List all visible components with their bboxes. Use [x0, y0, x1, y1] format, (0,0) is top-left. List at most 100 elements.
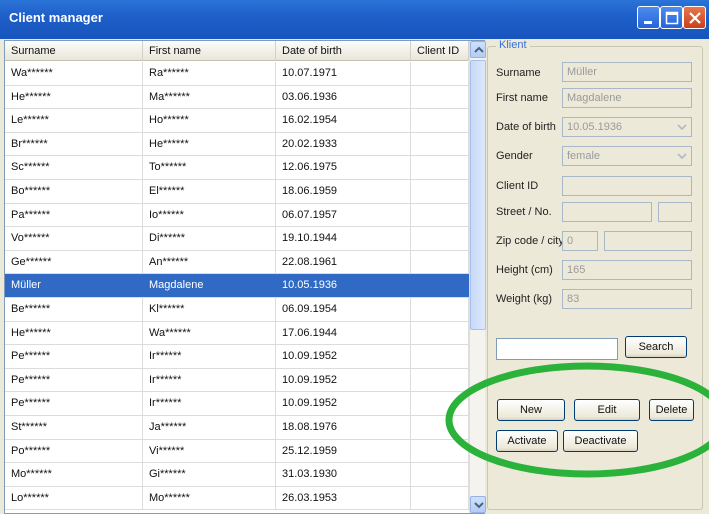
- zip-code-field[interactable]: 0: [562, 231, 598, 251]
- surname-cell: St******: [5, 416, 143, 439]
- client-id-field[interactable]: [562, 176, 692, 196]
- first-name-cell: Ir******: [143, 345, 276, 369]
- column-header-client-id[interactable]: Client ID: [411, 41, 469, 61]
- column-header-date-of-birth[interactable]: Date of birth: [276, 41, 411, 61]
- table-row[interactable]: St****** Ja****** 18.08.1976: [5, 416, 469, 440]
- table-row[interactable]: Vo****** Di****** 19.10.1944: [5, 227, 469, 251]
- column-header-surname[interactable]: Surname: [5, 41, 143, 61]
- table-row[interactable]: Mo****** Gi****** 31.03.1930: [5, 463, 469, 487]
- height-label: Height (cm): [496, 264, 553, 276]
- table-row[interactable]: Ge****** An****** 22.08.1961: [5, 250, 469, 275]
- client-id-cell: [411, 227, 469, 251]
- surname-cell: Lo******: [5, 486, 143, 510]
- table-row[interactable]: Be****** Kl****** 06.09.1954: [5, 298, 469, 322]
- table-row[interactable]: Sc****** To****** 12.06.1975: [5, 156, 469, 180]
- close-icon: [689, 12, 701, 24]
- weight-field[interactable]: 83: [562, 289, 692, 309]
- surname-cell: He******: [5, 85, 143, 109]
- table-row[interactable]: Pe****** Ir****** 10.09.1952: [5, 392, 469, 416]
- scroll-down-icon: [474, 502, 484, 509]
- street-number-field[interactable]: [658, 202, 692, 222]
- first-name-cell: Ir******: [143, 392, 276, 416]
- delete-button[interactable]: Delete: [649, 399, 694, 421]
- table-row[interactable]: Wa****** Ra****** 10.07.1971: [5, 62, 469, 86]
- minimize-button[interactable]: [637, 6, 660, 29]
- gender-select[interactable]: female: [562, 146, 692, 166]
- search-input[interactable]: [496, 338, 618, 360]
- first-name-cell: Wa******: [143, 321, 276, 345]
- table-row[interactable]: Br****** He****** 20.02.1933: [5, 132, 469, 157]
- surname-cell: Be******: [5, 298, 143, 321]
- surname-cell: Mo******: [5, 463, 143, 487]
- klient-groupbox: Klient Surname Müller First name Magdale…: [487, 39, 703, 510]
- surname-cell: Le******: [5, 109, 143, 133]
- activate-button[interactable]: Activate: [496, 430, 558, 452]
- surname-cell: Bo******: [5, 180, 143, 203]
- vertical-scrollbar[interactable]: [469, 41, 486, 513]
- scroll-thumb[interactable]: [470, 60, 486, 330]
- new-button[interactable]: New: [497, 399, 565, 421]
- client-id-cell: [411, 250, 469, 274]
- client-id-cell: [411, 203, 469, 227]
- street-field[interactable]: [562, 202, 652, 222]
- date-of-birth-cell: 12.06.1975: [276, 156, 411, 180]
- title-bar[interactable]: Client manager: [0, 0, 709, 39]
- zip-city-label: Zip code / city: [496, 235, 564, 247]
- surname-cell: Pe******: [5, 392, 143, 416]
- first-name-field[interactable]: Magdalene: [562, 88, 692, 108]
- edit-button[interactable]: Edit: [574, 399, 640, 421]
- client-id-cell: [411, 486, 469, 510]
- scroll-down-button[interactable]: [470, 496, 486, 513]
- client-id-cell: [411, 368, 469, 392]
- close-button[interactable]: [683, 6, 706, 29]
- table-header: Surname First name Date of birth Client …: [5, 41, 469, 61]
- first-name-cell: Ra******: [143, 62, 276, 85]
- date-of-birth-cell: 25.12.1959: [276, 439, 411, 463]
- first-name-cell: Di******: [143, 227, 276, 251]
- surname-cell: Pe******: [5, 345, 143, 369]
- date-of-birth-cell: 10.09.1952: [276, 368, 411, 392]
- search-button[interactable]: Search: [625, 336, 687, 358]
- date-of-birth-select[interactable]: 10.05.1936: [562, 117, 692, 137]
- date-of-birth-cell: 18.08.1976: [276, 416, 411, 439]
- table-row[interactable]: He****** Ma****** 03.06.1936: [5, 85, 469, 110]
- scroll-up-button[interactable]: [470, 41, 486, 58]
- table-row[interactable]: Müller Magdalene 10.05.1936: [5, 274, 469, 298]
- table-row[interactable]: Pa****** Io****** 06.07.1957: [5, 203, 469, 228]
- first-name-cell: To******: [143, 156, 276, 180]
- weight-label: Weight (kg): [496, 293, 553, 305]
- surname-cell: Pa******: [5, 203, 143, 227]
- dropdown-arrow-icon: [677, 153, 687, 160]
- date-of-birth-cell: 10.09.1952: [276, 392, 411, 416]
- client-id-cell: [411, 392, 469, 416]
- first-name-cell: Ho******: [143, 109, 276, 133]
- date-of-birth-cell: 19.10.1944: [276, 227, 411, 251]
- street-label: Street / No.: [496, 206, 552, 218]
- deactivate-button[interactable]: Deactivate: [563, 430, 638, 452]
- column-header-first-name[interactable]: First name: [143, 41, 276, 61]
- surname-label: Surname: [496, 67, 541, 79]
- first-name-label: First name: [496, 92, 548, 104]
- dropdown-arrow-icon: [677, 124, 687, 131]
- table-row[interactable]: Bo****** El****** 18.06.1959: [5, 180, 469, 204]
- maximize-icon: [665, 11, 679, 25]
- client-id-cell: [411, 463, 469, 487]
- client-id-cell: [411, 109, 469, 133]
- date-of-birth-cell: 20.02.1933: [276, 132, 411, 156]
- maximize-button[interactable]: [660, 6, 683, 29]
- surname-cell: Ge******: [5, 250, 143, 274]
- surname-cell: Po******: [5, 439, 143, 463]
- table-row[interactable]: Pe****** Ir****** 10.09.1952: [5, 345, 469, 369]
- surname-field[interactable]: Müller: [562, 62, 692, 82]
- surname-cell: Pe******: [5, 368, 143, 392]
- table-row[interactable]: Lo****** Mo****** 26.03.1953: [5, 486, 469, 511]
- height-field[interactable]: 165: [562, 260, 692, 280]
- table-row[interactable]: Po****** Vi****** 25.12.1959: [5, 439, 469, 464]
- client-id-cell: [411, 62, 469, 85]
- table-row[interactable]: He****** Wa****** 17.06.1944: [5, 321, 469, 346]
- table-row[interactable]: Pe****** Ir****** 10.09.1952: [5, 368, 469, 393]
- gender-label: Gender: [496, 150, 533, 162]
- table-row[interactable]: Le****** Ho****** 16.02.1954: [5, 109, 469, 133]
- city-field[interactable]: [604, 231, 692, 251]
- client-id-cell: [411, 180, 469, 203]
